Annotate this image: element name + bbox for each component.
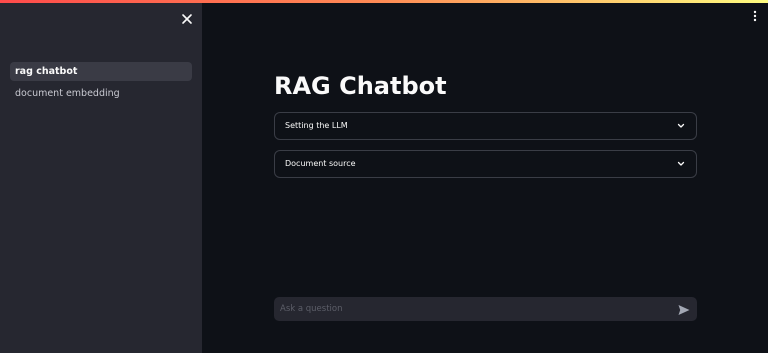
send-icon [678,305,690,315]
chevron-down-icon [677,161,685,166]
close-sidebar-button[interactable] [179,11,195,27]
main-menu-button[interactable] [750,8,760,24]
send-button[interactable] [677,302,691,316]
sidebar-item-label: document embedding [15,88,120,99]
page-title: RAG Chatbot [274,72,447,100]
sidebar: rag chatbot document embedding [0,3,202,353]
sidebar-item-rag-chatbot[interactable]: rag chatbot [10,62,192,81]
chevron-down-icon [677,123,685,128]
expander-setting-llm[interactable]: Setting the LLM [274,112,697,140]
sidebar-item-label: rag chatbot [15,66,78,77]
kebab-menu-icon [753,10,757,22]
expander-document-source[interactable]: Document source [274,150,697,178]
close-icon [182,14,192,24]
expander-label: Setting the LLM [285,121,348,130]
chat-input[interactable] [274,297,697,321]
sidebar-item-document-embedding[interactable]: document embedding [10,84,192,103]
expander-label: Document source [285,159,356,168]
